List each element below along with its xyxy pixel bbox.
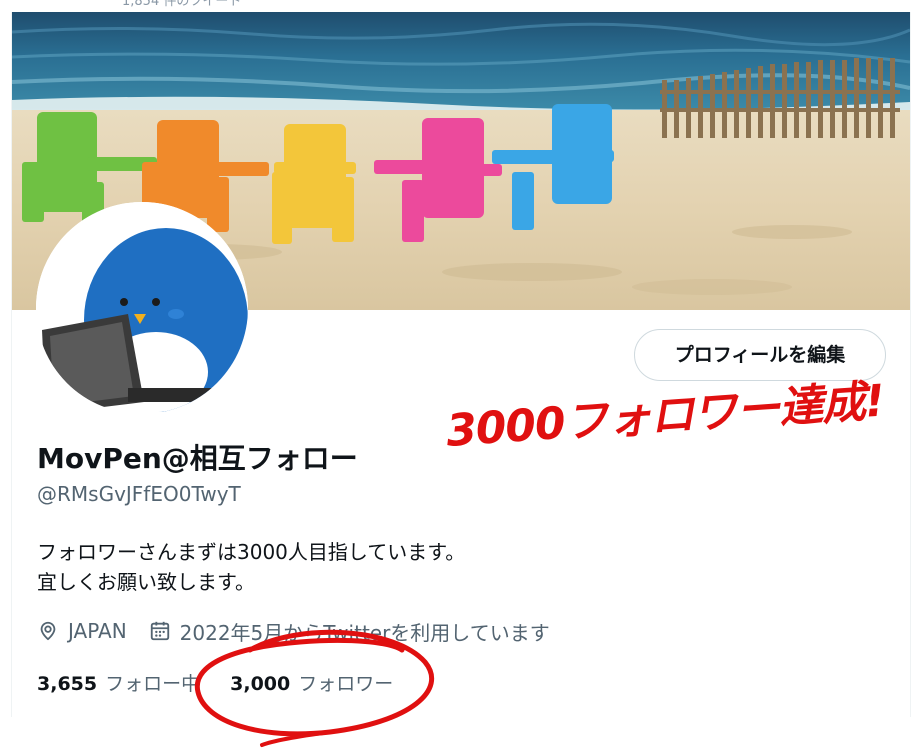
profile-joined-date: 2022年5月からTwitterを利用しています bbox=[149, 617, 550, 646]
followers-count: 3,000 bbox=[230, 673, 291, 695]
display-name: MovPen@相互フォロー bbox=[37, 442, 358, 475]
bio-line-1: フォロワーさんまずは3000人目指しています。 bbox=[37, 540, 466, 564]
profile-location: JAPAN bbox=[37, 619, 127, 643]
bio-line-2: 宜しくお願い致します。 bbox=[37, 570, 255, 594]
location-text: JAPAN bbox=[68, 619, 127, 643]
twitter-profile-page: 1,854 件のツイート プロフィールを編集 MovPen@相互フォロー @RM… bbox=[0, 0, 924, 750]
profile-bio: フォロワーさんまずは3000人目指しています。 宜しくお願い致します。 bbox=[37, 537, 465, 597]
joined-text: 2022年5月からTwitterを利用しています bbox=[179, 620, 550, 645]
profile-card: プロフィールを編集 MovPen@相互フォロー @RMsGvJFfEO0TwyT… bbox=[11, 12, 911, 717]
followers-label: フォロワー bbox=[298, 673, 394, 695]
profile-meta-row: JAPAN 2022年5月からTwitterを利用しています bbox=[37, 616, 550, 646]
user-handle: @RMsGvJFfEO0TwyT bbox=[37, 482, 241, 506]
following-count: 3,655 bbox=[37, 673, 98, 695]
following-label: フォロー中 bbox=[105, 673, 201, 695]
tweet-count: 1,854 件のツイート bbox=[122, 0, 242, 9]
profile-avatar[interactable] bbox=[36, 202, 248, 414]
follow-stats-row: 3,655 フォロー中 3,000 フォロワー bbox=[37, 669, 393, 696]
following-link[interactable]: 3,655 フォロー中 bbox=[37, 669, 200, 696]
calendar-icon bbox=[149, 620, 171, 642]
followers-link[interactable]: 3,000 フォロワー bbox=[230, 669, 393, 696]
map-pin-icon bbox=[37, 620, 59, 642]
top-header-strip: 1,854 件のツイート bbox=[0, 0, 924, 12]
